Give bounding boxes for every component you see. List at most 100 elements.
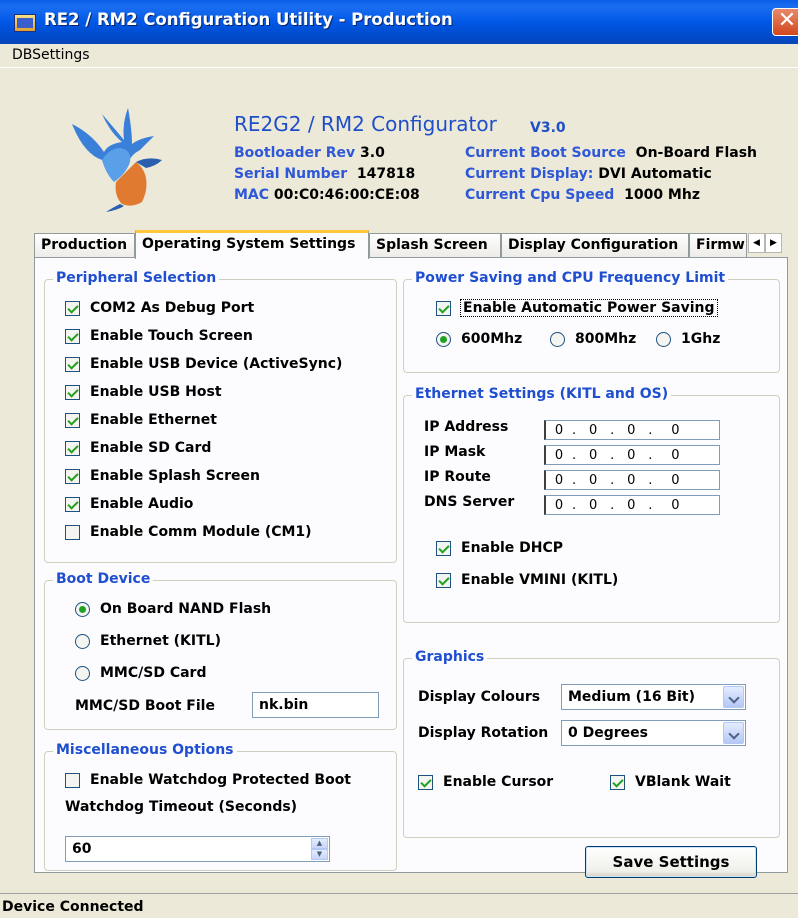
dns-server-input[interactable]: 0. 0. 0. 0 bbox=[544, 495, 720, 515]
spinner-up-icon[interactable]: ▲ bbox=[311, 838, 328, 849]
checkbox-splash-screen[interactable]: Enable Splash Screen bbox=[65, 468, 260, 484]
ip-route-input[interactable]: 0. 0. 0. 0 bbox=[544, 470, 720, 490]
checkbox-icon[interactable] bbox=[65, 412, 80, 428]
serial-label: Serial Number bbox=[234, 166, 348, 182]
ip-address-input[interactable]: 0. 0. 0. 0 bbox=[544, 420, 720, 440]
checkbox-vblank[interactable]: VBlank Wait bbox=[610, 774, 731, 790]
boot-device-group: Boot Device On Board NAND Flash Ethernet… bbox=[44, 571, 397, 730]
checkbox-usb-device[interactable]: Enable USB Device (ActiveSync) bbox=[65, 356, 342, 372]
tab-operating-system-settings[interactable]: Operating System Settings bbox=[135, 230, 369, 259]
checkbox-icon[interactable] bbox=[418, 774, 433, 790]
chevron-down-icon[interactable] bbox=[723, 686, 744, 708]
radio-icon[interactable] bbox=[75, 601, 90, 617]
checkbox-icon[interactable] bbox=[436, 300, 451, 316]
checkbox-label: Enable Touch Screen bbox=[90, 328, 253, 344]
checkbox-auto-power-saving[interactable]: Enable Automatic Power Saving bbox=[436, 299, 718, 317]
display-info: Current Display: DVI Automatic bbox=[465, 166, 712, 182]
checkbox-dhcp[interactable]: Enable DHCP bbox=[436, 540, 563, 556]
checkbox-touch-screen[interactable]: Enable Touch Screen bbox=[65, 328, 253, 344]
checkbox-icon[interactable] bbox=[65, 496, 80, 512]
display-colours-select[interactable]: Medium (16 Bit) bbox=[561, 684, 746, 710]
radio-icon[interactable] bbox=[550, 331, 565, 347]
checkbox-vmini[interactable]: Enable VMINI (KITL) bbox=[436, 572, 618, 588]
radio-icon[interactable] bbox=[436, 331, 451, 347]
tab-production[interactable]: Production bbox=[34, 233, 135, 258]
title-bar[interactable]: RE2 / RM2 Configuration Utility - Produc… bbox=[0, 0, 798, 44]
checkbox-icon[interactable] bbox=[65, 300, 80, 316]
ip-mask-input[interactable]: 0. 0. 0. 0 bbox=[544, 445, 720, 465]
checkbox-icon[interactable] bbox=[65, 440, 80, 456]
octet: 0 bbox=[589, 497, 598, 513]
menu-item-dbsettings[interactable]: DBSettings bbox=[12, 47, 90, 63]
tab-display-configuration[interactable]: Display Configuration bbox=[501, 233, 689, 258]
chevron-down-icon[interactable] bbox=[723, 722, 744, 744]
radio-600mhz[interactable]: 600Mhz bbox=[436, 331, 522, 347]
checkbox-label: Enable Cursor bbox=[443, 774, 554, 790]
checkbox-usb-host[interactable]: Enable USB Host bbox=[65, 384, 222, 400]
radio-icon[interactable] bbox=[656, 331, 671, 347]
power-saving-title: Power Saving and CPU Frequency Limit bbox=[412, 270, 729, 286]
display-colours-value: Medium (16 Bit) bbox=[568, 689, 695, 705]
checkbox-label: Enable Splash Screen bbox=[90, 468, 260, 484]
checkbox-icon[interactable] bbox=[610, 774, 625, 790]
close-button[interactable]: ✕ bbox=[772, 8, 798, 36]
app-icon[interactable] bbox=[14, 14, 36, 32]
serial-info: Serial Number 147818 bbox=[234, 166, 415, 182]
misc-options-group: Miscellaneous Options Enable Watchdog Pr… bbox=[44, 742, 397, 871]
checkbox-icon[interactable] bbox=[65, 524, 80, 540]
octet: 0 bbox=[589, 447, 598, 463]
checkbox-label: Enable Comm Module (CM1) bbox=[90, 524, 312, 540]
radio-icon[interactable] bbox=[75, 633, 90, 649]
graphics-group: Graphics Display Colours Medium (16 Bit)… bbox=[403, 649, 780, 838]
save-settings-button[interactable]: Save Settings bbox=[585, 846, 757, 878]
tab-panel: Peripheral Selection COM2 As Debug Port … bbox=[34, 257, 788, 878]
version-label: V3.0 bbox=[530, 120, 566, 136]
checkbox-watchdog[interactable]: Enable Watchdog Protected Boot bbox=[65, 772, 351, 788]
display-rotation-select[interactable]: 0 Degrees bbox=[561, 720, 746, 746]
watchdog-timeout-value[interactable]: 60 bbox=[72, 841, 91, 857]
checkbox-icon[interactable] bbox=[65, 772, 80, 788]
radio-ethernet-kitl[interactable]: Ethernet (KITL) bbox=[75, 633, 221, 649]
tab-scroll-left-icon[interactable]: ◀ bbox=[748, 233, 765, 253]
checkbox-label: COM2 As Debug Port bbox=[90, 300, 255, 316]
radio-800mhz[interactable]: 800Mhz bbox=[550, 331, 636, 347]
checkbox-icon[interactable] bbox=[65, 384, 80, 400]
radio-icon[interactable] bbox=[75, 665, 90, 681]
checkbox-comm-module[interactable]: Enable Comm Module (CM1) bbox=[65, 524, 312, 540]
checkbox-icon[interactable] bbox=[436, 540, 451, 556]
checkbox-cursor[interactable]: Enable Cursor bbox=[418, 774, 553, 790]
checkbox-label: Enable Watchdog Protected Boot bbox=[90, 772, 352, 788]
ethernet-settings-title: Ethernet Settings (KITL and OS) bbox=[412, 386, 672, 402]
mac-value: 00:C0:46:00:CE:08 bbox=[273, 187, 420, 203]
radio-mmc-sd-card[interactable]: MMC/SD Card bbox=[75, 665, 206, 681]
display-rotation-value: 0 Degrees bbox=[568, 725, 648, 741]
boot-device-title: Boot Device bbox=[53, 571, 154, 587]
watchdog-timeout-spinner[interactable]: 60 ▲ ▼ bbox=[65, 836, 330, 862]
radio-1ghz[interactable]: 1Ghz bbox=[656, 331, 720, 347]
tab-scroll-right-icon[interactable]: ▶ bbox=[765, 233, 782, 253]
checkbox-com2-debug-port[interactable]: COM2 As Debug Port bbox=[65, 300, 254, 316]
octet: 0 bbox=[589, 472, 598, 488]
watchdog-timeout-label: Watchdog Timeout (Seconds) bbox=[65, 799, 298, 815]
octet: 0 bbox=[671, 472, 680, 488]
checkbox-icon[interactable] bbox=[65, 468, 80, 484]
spinner-down-icon[interactable]: ▼ bbox=[311, 849, 328, 860]
boot-file-input[interactable]: nk.bin bbox=[252, 692, 379, 718]
checkbox-icon[interactable] bbox=[65, 356, 80, 372]
configurator-title: RE2G2 / RM2 Configurator bbox=[234, 112, 497, 136]
status-text: Device Connected bbox=[2, 899, 144, 915]
checkbox-icon[interactable] bbox=[436, 572, 451, 588]
radio-nand-flash[interactable]: On Board NAND Flash bbox=[75, 601, 271, 617]
radio-label: 1Ghz bbox=[681, 331, 721, 347]
cpu-info: Current Cpu Speed 1000 Mhz bbox=[465, 187, 700, 203]
octet: 0 bbox=[554, 497, 564, 513]
checkbox-sd-card[interactable]: Enable SD Card bbox=[65, 440, 211, 456]
display-colours-label: Display Colours bbox=[418, 689, 541, 705]
checkbox-audio[interactable]: Enable Audio bbox=[65, 496, 193, 512]
tab-firmware[interactable]: Firmw bbox=[689, 233, 747, 258]
kingfisher-bird-logo-icon bbox=[72, 108, 162, 212]
graphics-title: Graphics bbox=[412, 649, 488, 665]
tab-splash-screen[interactable]: Splash Screen bbox=[369, 233, 501, 258]
checkbox-icon[interactable] bbox=[65, 328, 80, 344]
checkbox-ethernet[interactable]: Enable Ethernet bbox=[65, 412, 217, 428]
